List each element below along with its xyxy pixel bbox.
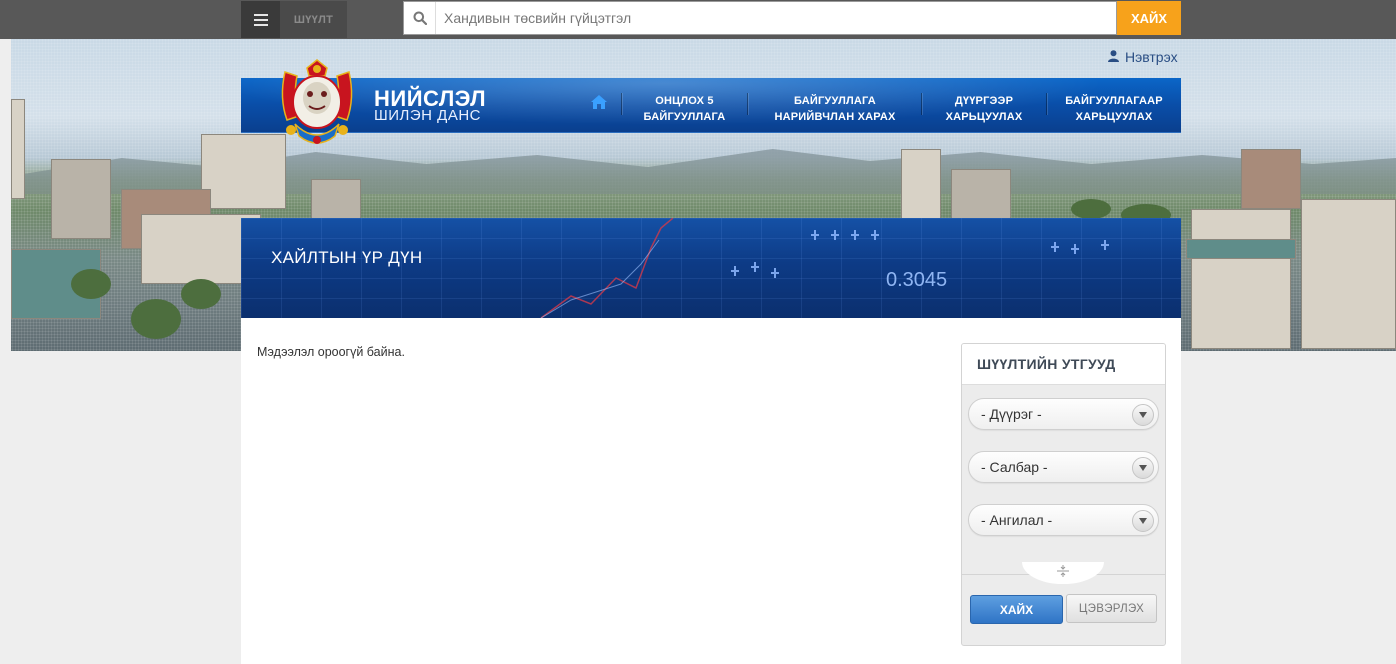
collapse-icon — [1056, 564, 1070, 582]
nav-item-org-detail[interactable]: БАЙГУУЛЛАГА НАРИЙВЧЛАН ХАРАХ — [765, 93, 905, 125]
category-select-value: - Ангилал - — [981, 512, 1053, 528]
branch-select[interactable]: - Салбар - — [968, 451, 1159, 483]
chevron-down-icon — [1132, 404, 1154, 426]
collapse-toggle[interactable] — [1022, 562, 1104, 584]
chevron-down-icon — [1132, 510, 1154, 532]
search-input[interactable] — [436, 3, 1116, 33]
nav-item-label: ОНЦЛОХ 5 — [655, 95, 714, 107]
results-banner: 0.3045 — [241, 218, 1181, 318]
brand-subtitle: ШИЛЭН ДАНС — [374, 107, 481, 124]
nav-item-district-compare[interactable]: ДҮҮРГЭЭР ХАРЬЦУУЛАХ — [935, 93, 1033, 125]
search-icon — [404, 2, 436, 34]
nav-item-label: ДҮҮРГЭЭР — [954, 95, 1014, 107]
login-label: Нэвтрэх — [1125, 49, 1178, 65]
empty-results-message: Мэдээлэл ороогүй байна. — [257, 345, 405, 359]
nav-item-top5[interactable]: ОНЦЛОХ 5 БАЙГУУЛЛАГА — [632, 93, 737, 125]
menu-button[interactable] — [241, 1, 280, 38]
ulaanbaatar-emblem-logo[interactable] — [275, 58, 359, 148]
search-box — [403, 1, 1117, 35]
filter-clear-button[interactable]: ЦЭВЭРЛЭХ — [1066, 594, 1157, 623]
results-title: ХАЙЛТЫН ҮР ДҮН — [271, 248, 423, 267]
chart-value-text: 0.3045 — [886, 269, 947, 291]
nav-item-label: ХАРЬЦУУЛАХ — [945, 111, 1023, 123]
category-select[interactable]: - Ангилал - — [968, 504, 1159, 536]
filter-search-button[interactable]: ХАЙХ — [970, 595, 1063, 624]
filter-panel: ШҮҮЛТИЙН УТГУУД - Дүүрэг - - Салбар - - … — [961, 343, 1166, 646]
nav-item-label: БАЙГУУЛЛАГА — [643, 111, 726, 123]
filter-panel-title: ШҮҮЛТИЙН УТГУУД — [962, 344, 1165, 385]
user-icon — [1108, 49, 1119, 65]
nav-separator — [1046, 93, 1047, 115]
stock-chart-graphic: 0.3045 — [540, 218, 1109, 318]
nav-item-org-compare[interactable]: БАЙГУУЛЛАГААР ХАРЬЦУУЛАХ — [1058, 93, 1170, 125]
hamburger-icon — [253, 13, 268, 26]
district-select-value: - Дүүрэг - — [981, 406, 1042, 422]
nav-separator — [621, 93, 622, 115]
chevron-down-icon — [1132, 457, 1154, 479]
nav-separator — [921, 93, 922, 115]
nav-item-label: ХАРЬЦУУЛАХ — [1075, 111, 1153, 123]
nav-item-label: НАРИЙВЧЛАН ХАРАХ — [774, 111, 896, 123]
nav-item-label: БАЙГУУЛЛАГААР — [1065, 95, 1163, 107]
branch-select-value: - Салбар - — [981, 459, 1048, 475]
login-link[interactable]: Нэвтрэх — [1108, 49, 1178, 65]
district-select[interactable]: - Дүүрэг - — [968, 398, 1159, 430]
home-icon[interactable] — [590, 94, 610, 112]
filter-toggle-button[interactable]: ШҮҮЛТ — [280, 1, 347, 38]
nav-separator — [747, 93, 748, 115]
nav-item-label: БАЙГУУЛЛАГА — [794, 95, 876, 107]
search-submit-button[interactable]: ХАЙХ — [1117, 1, 1181, 35]
